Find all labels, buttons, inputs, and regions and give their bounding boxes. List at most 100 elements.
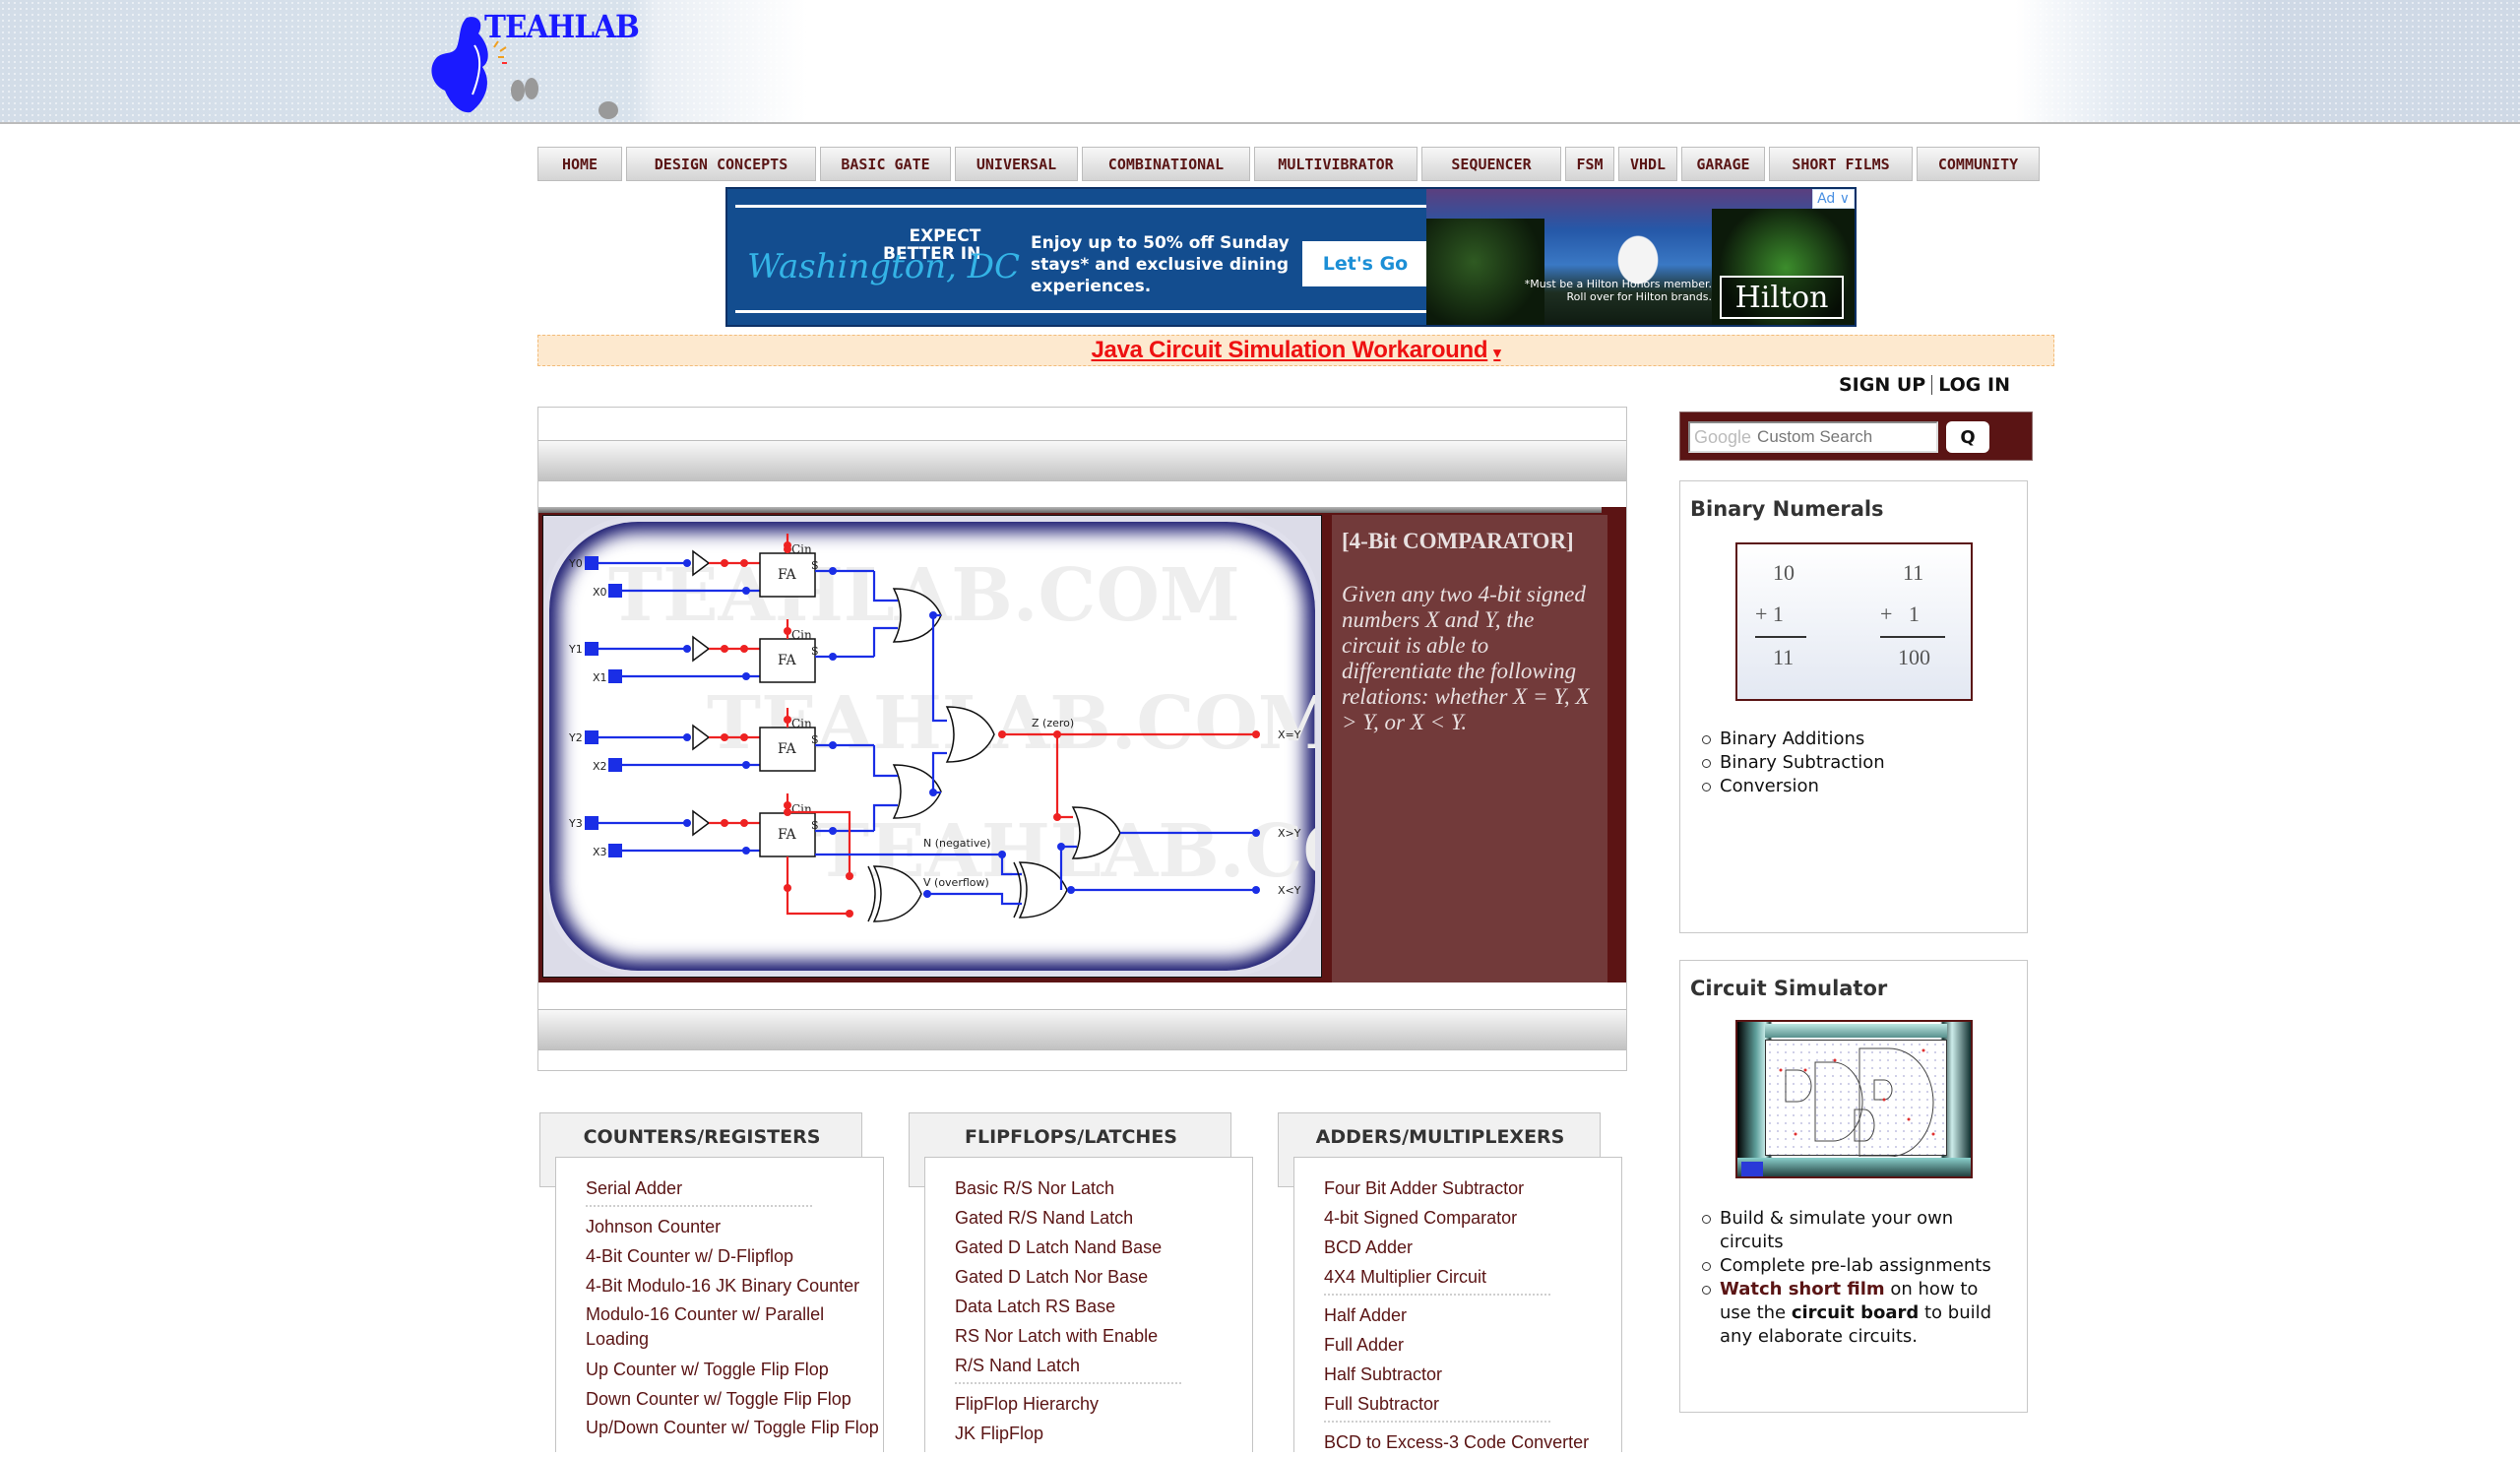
category-link[interactable]: Full Subtractor (1324, 1389, 1619, 1419)
category-link[interactable]: Gated D Latch Nor Base (955, 1262, 1250, 1292)
cin-label: Cin (791, 802, 812, 816)
nav-garage[interactable]: GARAGE (1681, 147, 1765, 181)
category-link[interactable]: Serial Adder (586, 1173, 881, 1203)
wire-junction (1252, 886, 1260, 894)
signal-label: Z (zero) (1032, 717, 1074, 729)
input-pad (608, 844, 622, 857)
input-pad (585, 816, 598, 830)
signal-label: V (overflow) (923, 876, 989, 889)
ad-expect: EXPECT (909, 226, 981, 246)
category-link[interactable]: Four Bit Adder Subtractor (1324, 1173, 1619, 1203)
auth-links: SIGN UP LOG IN (1839, 374, 2010, 396)
ad-fine-print-2: Roll over for Hilton brands. (1566, 290, 1712, 303)
category-link[interactable]: Full Adder (1324, 1330, 1619, 1360)
search-button[interactable]: Q (1946, 421, 1989, 453)
category-link[interactable]: Up/Down Counter w/ Toggle Flip Flop (586, 1414, 881, 1443)
log-in-link[interactable]: LOG IN (1938, 374, 2010, 396)
ad-choices-badge[interactable]: Ad ∨ (1812, 189, 1855, 209)
wire-junction (1053, 813, 1061, 821)
nav-sequencer[interactable]: SEQUENCER (1421, 147, 1561, 181)
nav-universal[interactable]: UNIVERSAL (955, 147, 1078, 181)
wire-junction (1252, 829, 1260, 837)
nav-basic-gate[interactable]: BASIC GATE (820, 147, 951, 181)
conversion-link[interactable]: Conversion (1702, 775, 2007, 798)
nav-vhdl[interactable]: VHDL (1618, 147, 1677, 181)
java-workaround-link[interactable]: Java Circuit Simulation Workaround ▾ (1091, 337, 1500, 364)
category-link[interactable]: R/S Nand Latch (955, 1351, 1250, 1380)
full-adder-label: FA (778, 653, 796, 668)
nav-design-concepts[interactable]: DESIGN CONCEPTS (626, 147, 816, 181)
category-link[interactable]: Gated D Latch Nand Base (955, 1233, 1250, 1262)
simulate-button (1741, 1162, 1763, 1176)
logo-text: TEAHLAB (484, 8, 640, 45)
category-link[interactable]: Data Latch RS Base (955, 1292, 1250, 1321)
simulator-screenshot[interactable] (1735, 1020, 1973, 1178)
output-label: X>Y (1278, 827, 1301, 840)
category-link[interactable]: 4-Bit Counter w/ D-Flipflop (586, 1241, 881, 1271)
wire-junction (784, 801, 791, 809)
wire-junction (742, 587, 750, 595)
nav-fsm[interactable]: FSM (1565, 147, 1614, 181)
buffer-gate-icon (692, 635, 711, 663)
binary-operand: + 1 (1880, 602, 1920, 626)
wire-junction (683, 645, 691, 653)
category-link[interactable]: BCD Adder (1324, 1233, 1619, 1262)
category-list: Four Bit Adder Subtractor 4-bit Signed Co… (1293, 1157, 1622, 1452)
binary-addition-image[interactable]: 10 + 1 11 11 + 1 100 (1735, 542, 1973, 701)
binary-subtraction-link[interactable]: Binary Subtraction (1702, 751, 2007, 775)
input-pad (585, 730, 598, 744)
ad-offer: Enjoy up to 50% off Sunday stays* and ex… (1031, 233, 1290, 296)
ad-city: Washington, DC (747, 247, 1021, 286)
slide-description: Given any two 4-bit signed numbers X and… (1342, 582, 1590, 734)
binary-sum: 11 (1773, 645, 1795, 669)
circuit-board-text: circuit board (1791, 1302, 1920, 1323)
hilton-ad-banner[interactable]: EXPECT BETTER IN Washington, DC Enjoy up… (725, 187, 1857, 327)
teahlab-logo[interactable]: TEAHLAB (423, 6, 660, 122)
wire-junction (829, 567, 837, 575)
category-link[interactable]: Up Counter w/ Toggle Flip Flop (586, 1355, 881, 1384)
featured-slider: TEAHLAB.COM TEAHLAB.COM TEAHLAB.COM Y0X0… (537, 407, 1627, 1071)
caret-down-icon: ▾ (1493, 345, 1501, 361)
category-link[interactable]: Johnson Counter (586, 1212, 881, 1241)
nav-combinational[interactable]: COMBINATIONAL (1082, 147, 1250, 181)
comparator-circuit-image[interactable]: TEAHLAB.COM TEAHLAB.COM TEAHLAB.COM Y0X0… (542, 515, 1322, 978)
watch-short-film-link[interactable]: Watch short film (1720, 1279, 1885, 1299)
nav-multivibrator[interactable]: MULTIVIBRATOR (1254, 147, 1418, 181)
wire-junction (829, 653, 837, 661)
category-link[interactable]: 4-bit Signed Comparator (1324, 1203, 1619, 1233)
wire-junction (1252, 730, 1260, 738)
category-link[interactable]: Down Counter w/ Toggle Flip Flop (586, 1384, 881, 1414)
nav-home[interactable]: HOME (537, 147, 622, 181)
buffer-gate-icon (692, 809, 711, 837)
category-link[interactable]: Half Subtractor (1324, 1360, 1619, 1389)
slider-top-bar (538, 440, 1626, 481)
feature-item: Complete pre-lab assignments (1702, 1254, 2007, 1278)
slide[interactable]: TEAHLAB.COM TEAHLAB.COM TEAHLAB.COM Y0X0… (538, 507, 1626, 982)
category-link[interactable]: Modulo-16 Counter w/ Parallel Loading (586, 1300, 881, 1355)
category-link[interactable]: Half Adder (1324, 1300, 1619, 1330)
ad-cta-button[interactable]: Let's Go (1302, 241, 1428, 286)
google-search: Google Custom Search Q (1679, 412, 2033, 461)
nav-short-films[interactable]: SHORT FILMS (1769, 147, 1913, 181)
sign-up-link[interactable]: SIGN UP (1839, 374, 1925, 396)
wire-junction (742, 761, 750, 769)
wire-junction (721, 819, 728, 827)
category-link[interactable]: 4X4 Multiplier Circuit (1324, 1262, 1619, 1292)
signal-label: N (negative) (923, 837, 990, 850)
slide-caption: [4-Bit COMPARATOR] Given any two 4-bit s… (1332, 515, 1607, 982)
category-title: FLIPFLOPS/LATCHES (965, 1126, 1177, 1148)
output-label: X<Y (1278, 884, 1301, 897)
input-label: X0 (593, 586, 607, 599)
category-link[interactable]: BCD to Excess-3 Code Converter (1324, 1427, 1619, 1457)
category-link[interactable]: RS Nor Latch with Enable (955, 1321, 1250, 1351)
category-link[interactable]: Basic R/S Nor Latch (955, 1173, 1250, 1203)
category-link[interactable]: 4-Bit Modulo-16 JK Binary Counter (586, 1271, 881, 1300)
search-input[interactable]: Google Custom Search (1688, 421, 1938, 453)
wire-junction (784, 884, 791, 892)
site-header: TEAHLAB (0, 0, 2520, 124)
nav-community[interactable]: COMMUNITY (1917, 147, 2040, 181)
category-link[interactable]: Gated R/S Nand Latch (955, 1203, 1250, 1233)
binary-additions-link[interactable]: Binary Additions (1702, 728, 2007, 751)
category-link[interactable]: JK FlipFlop (955, 1419, 1250, 1448)
category-link[interactable]: FlipFlop Hierarchy (955, 1389, 1250, 1419)
